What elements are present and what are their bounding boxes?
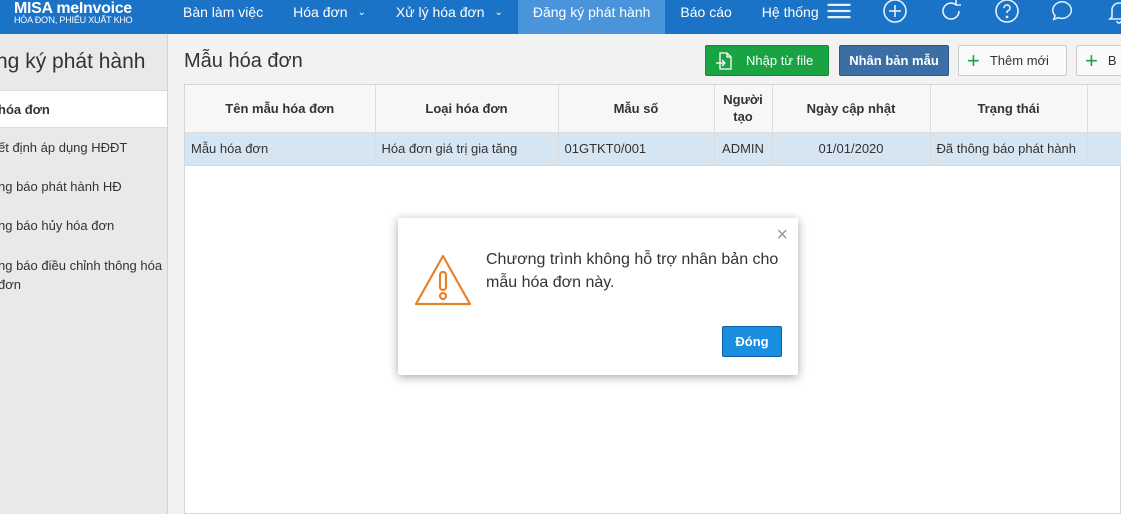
top-nav-bar: MISA meInvoice HÓA ĐƠN, PHIẾU XUẤT KHO B… [0, 0, 1121, 34]
chevron-down-icon: ⌄ [494, 6, 503, 18]
add-button-label: Thêm mới [989, 53, 1049, 68]
app-logo[interactable]: MISA meInvoice HÓA ĐƠN, PHIẾU XUẤT KHO [0, 0, 168, 34]
sidebar-item-cancel-notice[interactable]: ng báo hủy hóa đơn [0, 206, 167, 245]
table-header-row: Tên mẫu hóa đơn Loại hóa đơn Mẫu số Ngườ… [185, 85, 1121, 133]
close-icon[interactable]: × [776, 225, 788, 245]
close-dialog-button[interactable]: Đóng [722, 326, 782, 357]
logo-main-text: MISA meInvoice [14, 0, 132, 17]
import-from-file-button[interactable]: Nhập từ file [705, 45, 829, 76]
nav-item-system[interactable]: Hệ thống [747, 0, 834, 34]
clone-template-button[interactable]: Nhân bản mẫu [839, 45, 949, 76]
cell-form-no: 01GTKT0/001 [558, 132, 715, 166]
nav-label: Xử lý hóa đơn [395, 4, 485, 20]
column-header-form-no[interactable]: Mẫu số [558, 85, 715, 133]
refresh-icon[interactable] [938, 0, 964, 24]
more-button[interactable]: + B [1076, 45, 1121, 76]
nav-item-registration[interactable]: Đăng ký phát hành [517, 0, 666, 34]
warning-icon [414, 254, 472, 306]
cell-type: Hóa đơn giá trị gia tăng [375, 132, 559, 166]
menu-icon[interactable] [826, 0, 852, 24]
help-icon[interactable] [994, 0, 1020, 24]
cell-creator: ADMIN [714, 132, 773, 166]
plus-icon: + [967, 47, 980, 73]
clone-button-label: Nhân bản mẫu [849, 53, 939, 68]
warning-dialog: × Chương trình không hỗ trợ nhân bản cho… [398, 218, 798, 375]
column-header-extra [1087, 85, 1121, 133]
nav-label: Đăng ký phát hành [532, 4, 651, 20]
nav-item-desk[interactable]: Bàn làm việc [168, 0, 278, 34]
file-import-icon [716, 51, 732, 70]
nav-label: Bàn làm việc [183, 4, 264, 20]
sidebar-item-decision[interactable]: ết định áp dụng HĐĐT [0, 128, 167, 167]
add-new-button[interactable]: + Thêm mới [958, 45, 1067, 76]
plus-icon: + [1085, 47, 1098, 73]
more-button-label: B [1107, 53, 1117, 68]
nav-icon-group [826, 0, 1121, 34]
sidebar-item-invoice-template[interactable]: hóa đơn [0, 90, 167, 128]
nav-label: Hệ thống [761, 4, 819, 20]
cell-name: Mẫu hóa đơn [185, 132, 376, 166]
import-button-label: Nhập từ file [746, 53, 814, 68]
nav-item-invoice[interactable]: Hóa đơn ⌄ [278, 0, 381, 34]
page-title: Mẫu hóa đơn [184, 50, 303, 72]
table-row[interactable]: Mẫu hóa đơn Hóa đơn giá trị gia tăng 01G… [185, 132, 1121, 166]
column-header-status[interactable]: Trạng thái [930, 85, 1088, 133]
cell-extra [1087, 132, 1121, 166]
main-nav: Bàn làm việc Hóa đơn ⌄ Xử lý hóa đơn ⌄ Đăn… [168, 0, 834, 34]
column-header-updated[interactable]: Ngày cập nhật [772, 85, 931, 133]
sidebar-title: ng ký phát hành [0, 50, 146, 73]
add-circle-icon[interactable] [882, 0, 908, 24]
nav-label: Hóa đơn [293, 4, 348, 20]
chevron-down-icon: ⌄ [357, 6, 366, 18]
nav-item-reports[interactable]: Báo cáo [665, 0, 746, 34]
column-header-creator[interactable]: Người tạo [714, 85, 773, 133]
nav-label: Báo cáo [680, 4, 732, 20]
cell-updated: 01/01/2020 [772, 132, 931, 166]
dialog-message: Chương trình không hỗ trợ nhân bản cho m… [486, 251, 779, 291]
nav-item-invoice-processing[interactable]: Xử lý hóa đơn ⌄ [381, 0, 518, 34]
sidebar-item-adjust-notice[interactable]: ng báo điều chỉnh thông hóa đơn [0, 245, 167, 294]
sidebar-item-issue-notice[interactable]: ng báo phát hành HĐ [0, 167, 167, 206]
column-header-type[interactable]: Loại hóa đơn [375, 85, 559, 133]
column-header-name[interactable]: Tên mẫu hóa đơn [185, 85, 376, 133]
sidebar: ng ký phát hành hóa đơn ết định áp dụng … [0, 34, 168, 514]
bell-icon[interactable] [1106, 0, 1121, 24]
logo-sub-text: HÓA ĐƠN, PHIẾU XUẤT KHO [14, 15, 133, 25]
chat-icon[interactable] [1050, 0, 1076, 24]
cell-status: Đã thông báo phát hành [930, 132, 1088, 166]
